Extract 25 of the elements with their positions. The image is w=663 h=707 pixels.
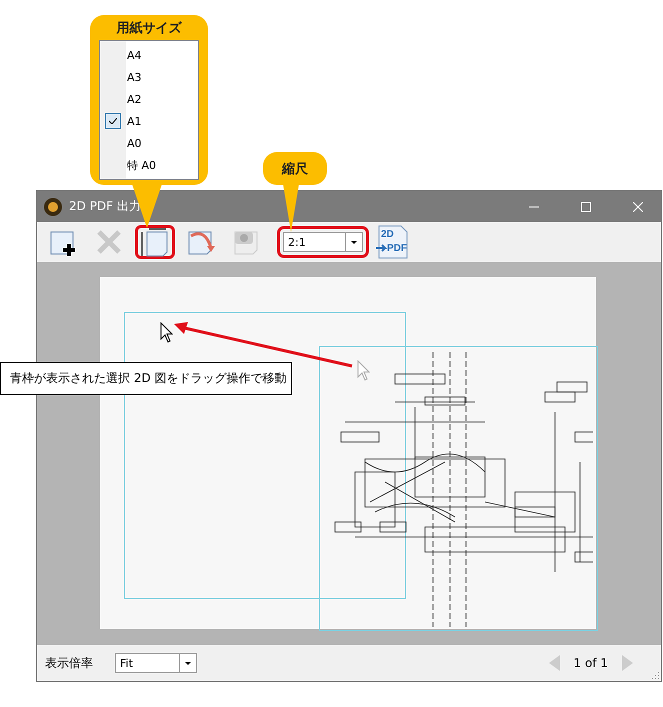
callout-title: 用紙サイズ bbox=[116, 20, 182, 38]
dropdown-caret-icon bbox=[351, 240, 357, 244]
hint-text: 青枠が表示された選択 2D 図をドラッグ操作で移動 bbox=[0, 362, 292, 395]
menu-item[interactable]: A2 bbox=[100, 88, 198, 110]
menu-item[interactable]: A0 bbox=[100, 132, 198, 154]
scale-dropdown[interactable]: 2:1 bbox=[283, 232, 363, 252]
close-icon bbox=[633, 202, 643, 212]
next-page-icon[interactable] bbox=[622, 655, 633, 671]
maximize-icon bbox=[581, 202, 591, 212]
cursor-icon bbox=[160, 322, 173, 343]
cursor-icon bbox=[357, 360, 370, 381]
page-indicator: 1 of 1 bbox=[574, 656, 608, 670]
app-logo-icon bbox=[43, 196, 63, 216]
menu-item[interactable]: 特 A0 bbox=[100, 154, 198, 176]
dropdown-caret-icon bbox=[185, 662, 191, 664]
menu-item[interactable]: A3 bbox=[100, 66, 198, 88]
menu-item[interactable]: A4 bbox=[100, 44, 198, 66]
previous-page-icon[interactable] bbox=[548, 655, 560, 671]
zoom-label: 表示倍率 bbox=[45, 654, 93, 672]
resize-grip-icon[interactable] bbox=[651, 671, 659, 679]
callout-title: 縮尺 bbox=[282, 160, 308, 179]
toolbar-button[interactable] bbox=[135, 225, 175, 259]
window-title: 2D PDF 出力 bbox=[69, 198, 142, 215]
menu-item[interactable]: A1 bbox=[100, 110, 198, 132]
zoom-dropdown[interactable]: Fit bbox=[115, 653, 197, 673]
